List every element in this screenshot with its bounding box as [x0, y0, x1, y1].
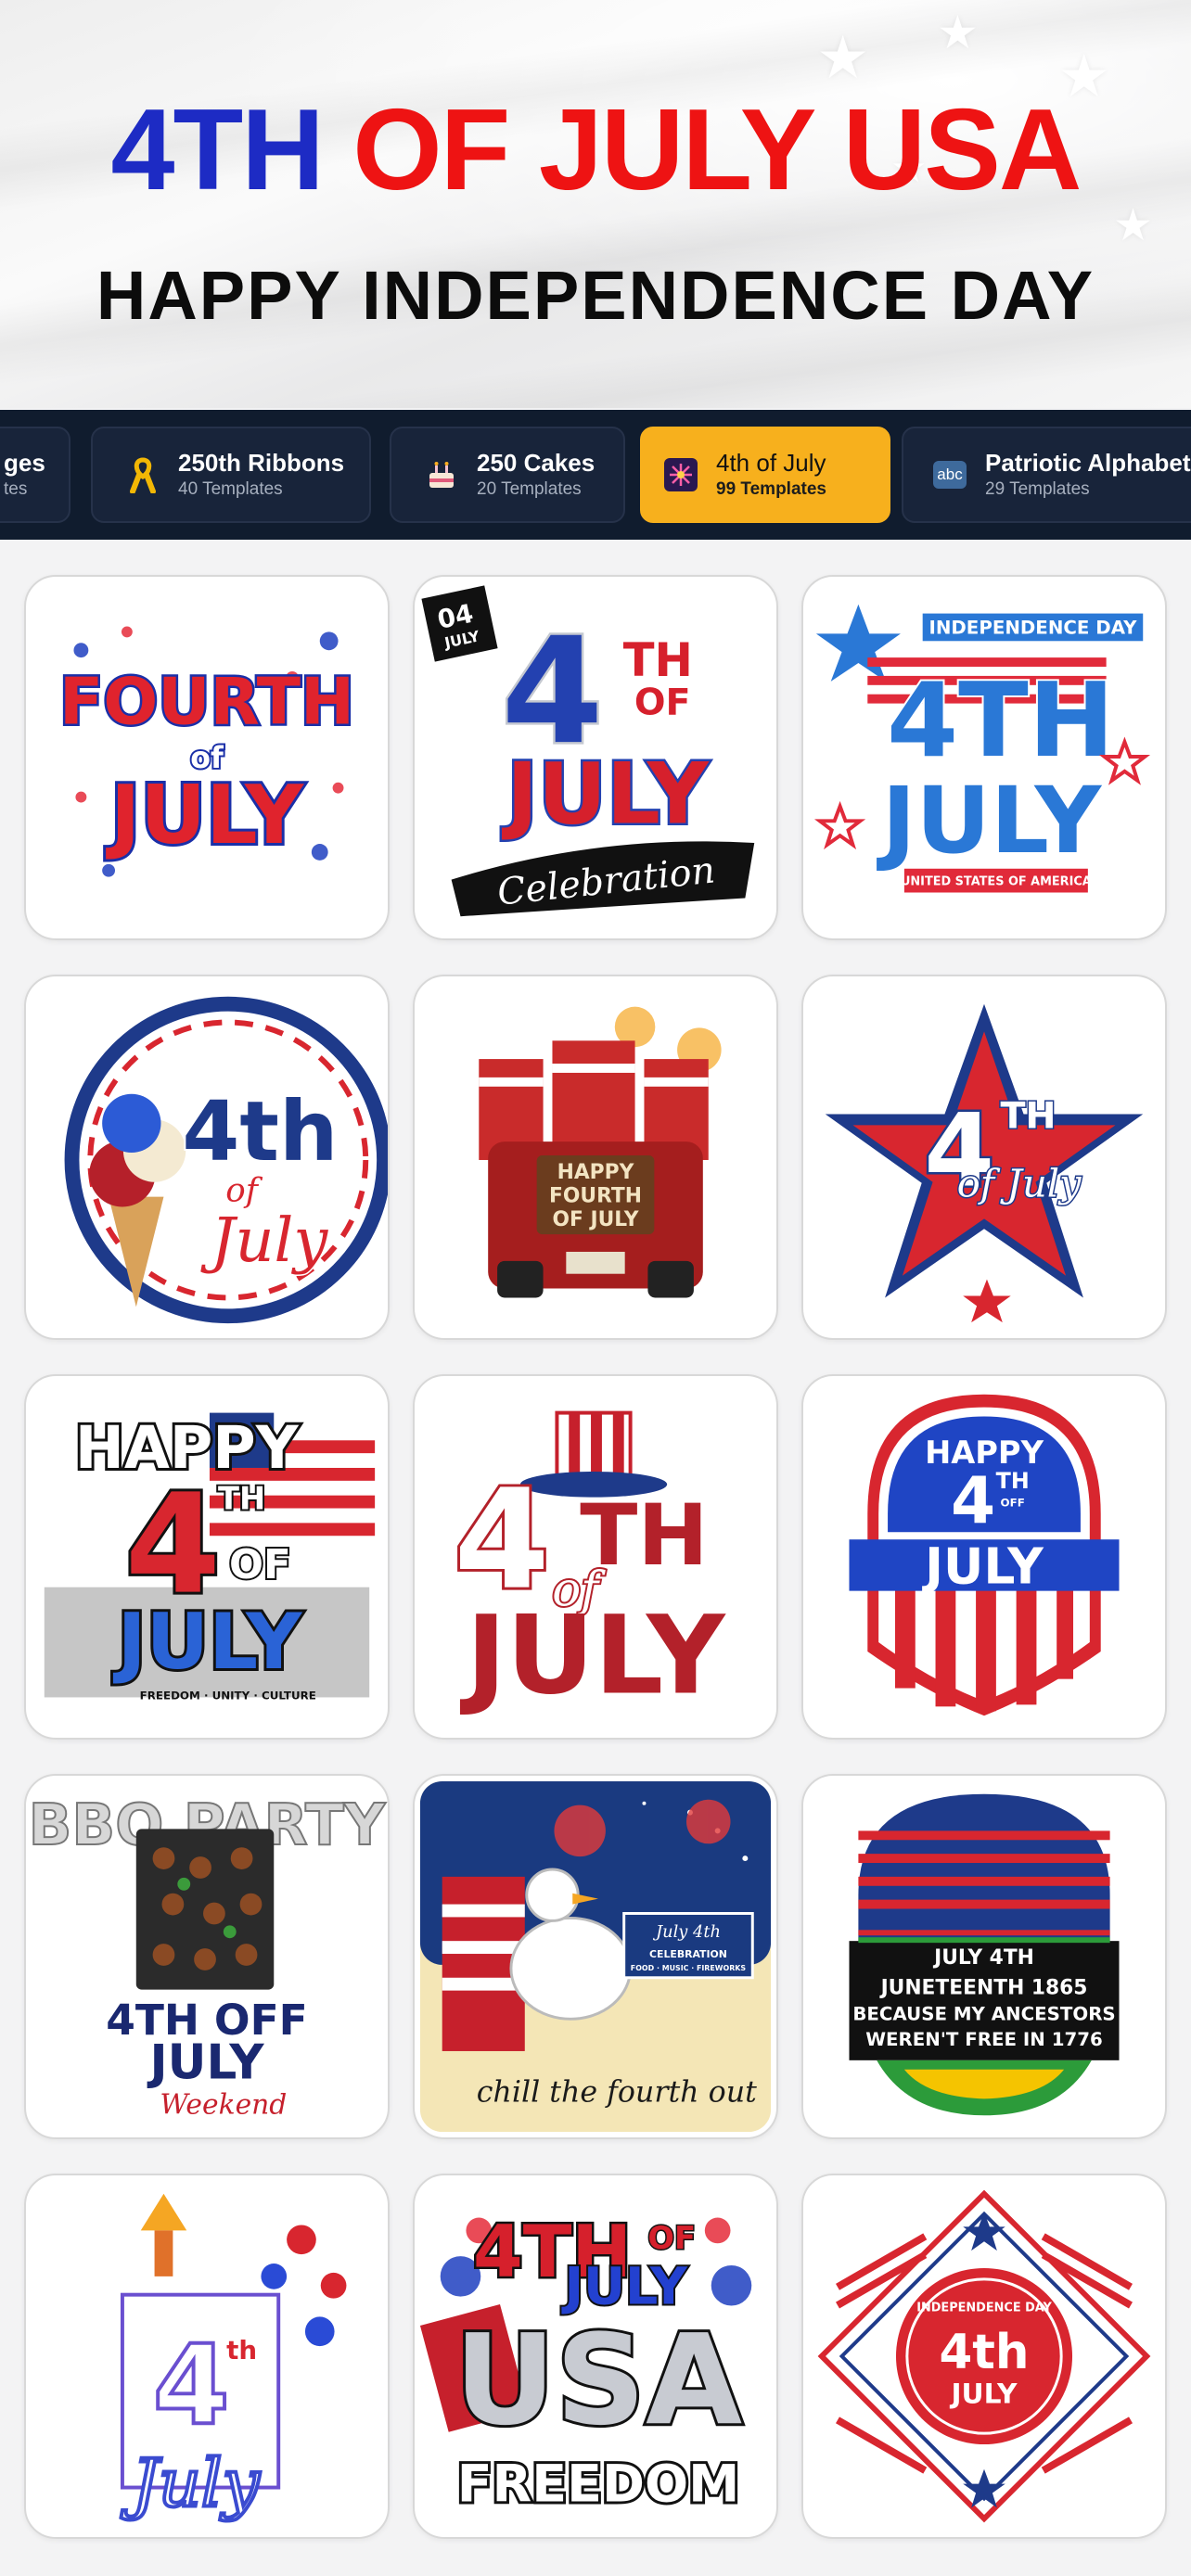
template-text: WEREN'T FREE IN 1776 [865, 2029, 1103, 2050]
template-text: CELEBRATION [649, 1948, 727, 1960]
header-banner: ★ ★ ★ ★ ★ 4TH OF JULY USA HAPPY INDEPEND… [0, 0, 1191, 408]
star-icon: ★ [1113, 201, 1154, 250]
template-text: 4th [939, 2325, 1029, 2380]
template-card-bbq-party-4th-off-july[interactable]: BBQ PARTY 4TH OFF JULY Weekend [24, 1774, 390, 2139]
cake-icon [423, 456, 460, 493]
template-text: July [200, 1205, 328, 1276]
template-card-fourth-of-july-balloon[interactable]: FOURTH of JULY [24, 575, 390, 940]
fireworks-icon [662, 456, 699, 493]
template-text: JULY 4TH [932, 1946, 1034, 1970]
template-card-4th-of-july-uncle-sam-hat[interactable]: 4 TH of JULY [413, 1374, 778, 1740]
template-text: TH [996, 1468, 1030, 1494]
page-title: 4TH OF JULY USA [0, 93, 1191, 208]
template-text: 4TH [887, 661, 1115, 781]
template-text: HAPPY [557, 1161, 634, 1184]
template-text: 4th [182, 1084, 338, 1180]
template-text: INDEPENDENCE DAY [928, 617, 1137, 638]
template-card-independence-day-4th-july[interactable]: INDEPENDENCE DAY 4TH JULY UNITED STATES … [801, 575, 1167, 940]
template-text: TH [623, 633, 693, 687]
template-text: JUNETEENTH 1865 [879, 1977, 1088, 2000]
template-text: JULY [922, 1537, 1044, 1596]
template-text: Weekend [160, 2088, 287, 2121]
template-text: JULY [113, 1597, 302, 1687]
template-text: OF [229, 1542, 291, 1588]
category-count: tes [4, 479, 28, 499]
template-text: JULY [501, 745, 710, 843]
template-text: chill the fourth out [477, 2075, 757, 2109]
template-text: TH [218, 1481, 265, 1517]
template-text: July 4th [653, 1922, 721, 1942]
template-text: FREEDOM [457, 2455, 740, 2514]
star-icon: ★ [816, 24, 870, 91]
template-text: TH [1000, 1094, 1056, 1137]
template-card-happy-4th-of-july-graffiti[interactable]: HAPPY 4 TH OF JULY FREEDOM · UNITY · CUL… [24, 1374, 390, 1740]
template-card-chill-the-fourth-out[interactable]: July 4th CELEBRATION FOOD · MUSIC · FIRE… [413, 1774, 778, 2139]
category-label: Patriotic Alphabets [985, 449, 1191, 477]
category-label: 250 Cakes [477, 449, 596, 477]
template-text: JULY [106, 768, 304, 862]
template-text: JULY [147, 2035, 265, 2091]
template-text: OF [647, 2220, 696, 2256]
template-text: FOURTH [59, 665, 354, 739]
template-text: TH [580, 1486, 708, 1585]
template-card-star-4th-of-july[interactable]: 4 TH of July [801, 975, 1167, 1340]
category-count: 20 Templates [477, 479, 582, 499]
category-chip-patriotic-alphabets[interactable]: abc Patriotic Alphabets 29 Templates [902, 427, 1191, 523]
template-text: OFF [1001, 1497, 1025, 1510]
template-text: UNITED STATES OF AMERICA [901, 875, 1092, 889]
template-text: of [225, 1172, 263, 1210]
template-card-happy-4th-off-july-shield[interactable]: HAPPY 4 TH OFF JULY [801, 1374, 1167, 1740]
template-card-independence-day-4th-july-badge[interactable]: INDEPENDENCE DAY 4th JULY [801, 2174, 1167, 2539]
category-label: ges [4, 449, 45, 477]
category-label: 250th Ribbons [178, 449, 345, 477]
template-card-juneteenth-1865[interactable]: JULY 4TH JUNETEENTH 1865 BECAUSE MY ANCE… [801, 1774, 1167, 2139]
template-text: FOURTH [549, 1185, 642, 1208]
template-card-happy-fourth-truck[interactable]: HAPPY FOURTH OF JULY [413, 975, 778, 1340]
template-text: th [226, 2335, 257, 2366]
template-text: 4 [951, 1464, 995, 1538]
ribbon-icon [124, 456, 161, 493]
template-text: JULY [877, 768, 1103, 874]
category-chip-250-cakes[interactable]: 250 Cakes 20 Templates [390, 427, 625, 523]
title-red: OF JULY USA [352, 86, 1082, 214]
abc-icon: abc [931, 456, 968, 493]
template-card-liberty-4th-july[interactable]: 4 th July [24, 2174, 390, 2539]
page-subtitle: HAPPY INDEPENDENCE DAY [96, 257, 1095, 334]
template-text: JULY [459, 1592, 726, 1718]
template-text: 4 [153, 2322, 230, 2450]
template-card-4th-of-july-celebration[interactable]: 04 JULY 4 TH OF JULY Celebration [413, 575, 778, 940]
template-text: INDEPENDENCE DAY [916, 2301, 1052, 2315]
category-label: 4th of July [716, 449, 826, 477]
template-text: of July [957, 1161, 1082, 1206]
category-chip-250th-ribbons[interactable]: 250th Ribbons 40 Templates [91, 427, 371, 523]
star-icon: ★ [937, 6, 979, 58]
category-count: 29 Templates [985, 479, 1090, 499]
template-text: USA [455, 2307, 742, 2453]
category-chip-4th-of-july[interactable]: 4th of July 99 Templates [640, 427, 890, 523]
template-text: FREEDOM · UNITY · CULTURE [140, 1689, 316, 1702]
category-count: 99 Templates [716, 479, 826, 499]
template-text: OF JULY [553, 1208, 639, 1231]
template-text: July [121, 2444, 260, 2521]
template-text: BECAUSE MY ANCESTORS [852, 2003, 1115, 2024]
template-card-ice-cream-4th-of-july[interactable]: 4th of July [24, 975, 390, 1340]
template-card-4th-of-july-usa-freedom[interactable]: 4TH OF JULY USA FREEDOM [413, 2174, 778, 2539]
category-chip-badges[interactable]: ges tes [0, 427, 70, 523]
template-text: FOOD · MUSIC · FIREWORKS [631, 1964, 747, 1972]
template-text: JULY [950, 2378, 1018, 2410]
category-count: 40 Templates [178, 479, 283, 499]
template-text: OF [634, 681, 691, 723]
category-bar: ges tes 250th Ribbons 40 Templates 250 C… [0, 410, 1191, 540]
title-blue: 4TH [110, 86, 325, 214]
